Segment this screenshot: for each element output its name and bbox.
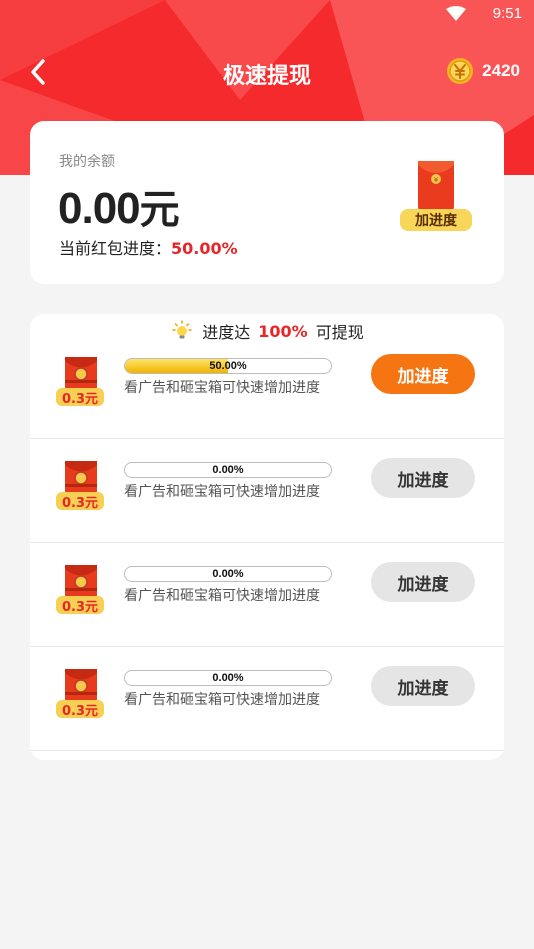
envelope-badge: 加进度 xyxy=(400,209,472,231)
progress-bar: 50.00% xyxy=(124,358,332,374)
add-progress-button[interactable]: 加进度 xyxy=(371,458,475,498)
progress-bar: 0.00% xyxy=(124,566,332,582)
status-bar: 9:51 xyxy=(0,0,534,30)
reward-envelope: 0.3元 xyxy=(56,668,106,724)
progress-bar-label: 0.00% xyxy=(212,568,244,580)
progress-bar: 0.00% xyxy=(124,462,332,478)
status-time: 9:51 xyxy=(492,5,522,22)
task-description: 看广告和砸宝箱可快速增加进度 xyxy=(124,484,320,500)
reward-amount: 0.3元 xyxy=(56,388,104,407)
reward-envelope: 0.3元 xyxy=(56,356,106,412)
task-description: 看广告和砸宝箱可快速增加进度 xyxy=(124,588,320,604)
nav-bar: 极速提现 2420 xyxy=(0,48,534,96)
balance-amount: 0.00元 xyxy=(58,177,180,235)
reward-amount: 0.3元 xyxy=(56,492,104,511)
task-row: 0.3元 0.00% 看广告和砸宝箱可快速增加进度 加进度 xyxy=(30,542,504,647)
reward-envelope: 0.3元 xyxy=(56,564,106,620)
coin-icon xyxy=(447,58,474,84)
balance-amount-value: 0.00 xyxy=(58,184,141,233)
wifi-icon xyxy=(446,6,466,21)
progress-prefix: 当前红包进度： xyxy=(59,239,172,258)
progress-value: 50.00% xyxy=(171,239,238,258)
progress-bar-label: 0.00% xyxy=(212,672,244,684)
task-card: 进度达 100% 可提现 0.3元 50.00% 看广告和砸宝箱可快速增加进度 … xyxy=(30,314,504,760)
coin-balance[interactable]: 2420 xyxy=(446,56,520,86)
balance-label: 我的余额 xyxy=(59,154,115,170)
balance-card: 我的余额 0.00元 当前红包进度：50.00% ¥ 加进度 xyxy=(30,121,504,284)
add-progress-envelope[interactable]: ¥ 加进度 xyxy=(398,159,474,235)
add-progress-button[interactable]: 加进度 xyxy=(371,354,475,394)
reward-amount: 0.3元 xyxy=(56,596,104,615)
balance-unit: 元 xyxy=(139,187,180,233)
red-envelope-icon: ¥ xyxy=(418,161,454,211)
coin-count: 2420 xyxy=(482,61,520,80)
current-progress: 当前红包进度：50.00% xyxy=(59,235,238,259)
task-description: 看广告和砸宝箱可快速增加进度 xyxy=(124,692,320,708)
task-row: 0.3元 0.00% 看广告和砸宝箱可快速增加进度 加进度 xyxy=(30,646,504,751)
add-progress-button[interactable]: 加进度 xyxy=(371,562,475,602)
reward-envelope: 0.3元 xyxy=(56,460,106,516)
add-progress-button[interactable]: 加进度 xyxy=(371,666,475,706)
svg-text:¥: ¥ xyxy=(434,176,439,184)
task-description: 看广告和砸宝箱可快速增加进度 xyxy=(124,380,320,396)
progress-bar-label: 50.00% xyxy=(209,360,247,372)
task-row: 0.3元 0.00% 看广告和砸宝箱可快速增加进度 加进度 xyxy=(30,438,504,543)
reward-amount: 0.3元 xyxy=(56,700,104,719)
task-row: 0.3元 50.00% 看广告和砸宝箱可快速增加进度 加进度 xyxy=(30,334,504,439)
progress-bar-label: 0.00% xyxy=(212,464,244,476)
progress-bar: 0.00% xyxy=(124,670,332,686)
